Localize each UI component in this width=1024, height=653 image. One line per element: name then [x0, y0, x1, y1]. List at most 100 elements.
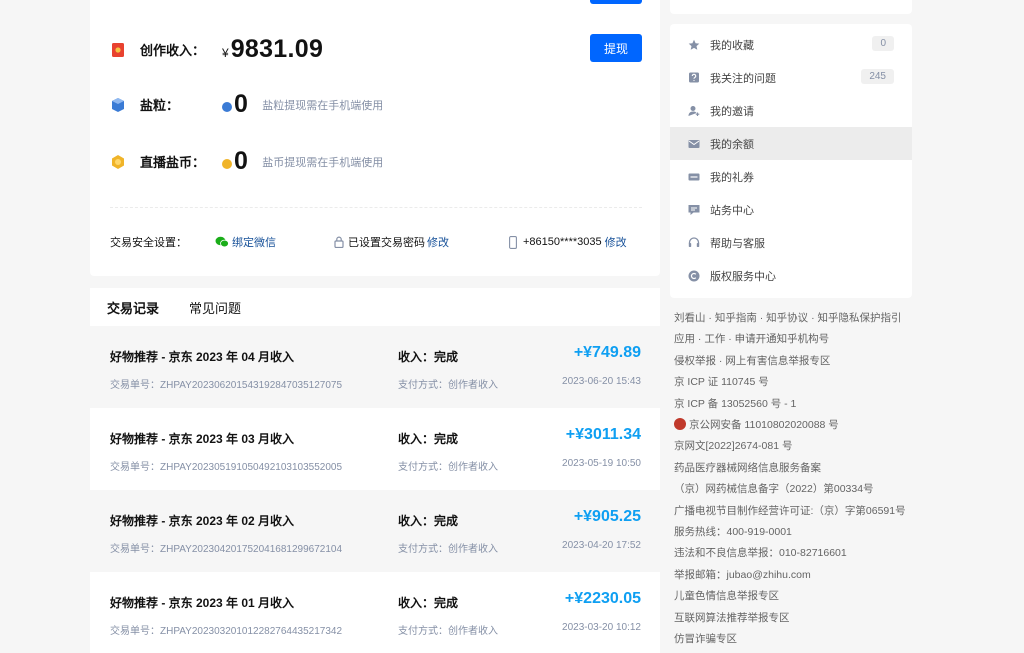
- phone-number: +86150****3035: [523, 236, 602, 248]
- count-badge: 0: [872, 36, 894, 51]
- police-badge-icon: [674, 418, 686, 431]
- count-badge: 245: [861, 69, 894, 84]
- salt-grain-mini-icon: [222, 102, 232, 112]
- tx-date: 2023-04-20 17:52: [562, 540, 641, 551]
- live-coin-note: 盐币提现需在手机端使用: [262, 156, 384, 169]
- footer-line[interactable]: 京公网安备 11010802020088 号: [689, 419, 839, 431]
- sidebar-item-balance[interactable]: 我的余额: [670, 127, 912, 160]
- footer-line[interactable]: 广播电视节目制作经营许可证:（京）字第06591号: [674, 501, 919, 522]
- live-coin-row: 直播盐币： 0 盐币提现需在手机端使用: [110, 147, 383, 176]
- sidebar-item-label: 我的余额: [710, 138, 754, 151]
- tx-status: 收入：完成: [398, 514, 459, 528]
- footer-line[interactable]: 京 ICP 备 13052560 号 - 1: [674, 394, 919, 415]
- tx-title: 好物推荐 - 京东 2023 年 04 月收入: [110, 350, 295, 364]
- sidebar-item-label: 站务中心: [710, 204, 754, 217]
- footer-line[interactable]: 应用 · 工作 · 申请开通知乎机构号: [674, 329, 919, 350]
- transactions-card: 交易记录 常见问题 好物推荐 - 京东 2023 年 04 月收入 交易单号：Z…: [90, 288, 660, 653]
- password-modify-link[interactable]: 修改: [427, 234, 449, 250]
- sidebar-item-favorites[interactable]: 我的收藏 0: [670, 28, 912, 61]
- tx-id: 交易单号：ZHPAY20230519105049210310355200​5: [110, 462, 343, 473]
- sidebar-item-label: 我的礼券: [710, 171, 754, 184]
- currency-symbol: ¥: [222, 46, 229, 60]
- table-row[interactable]: 好物推荐 - 京东 2023 年 03 月收入 交易单号：ZHPAY202305…: [90, 408, 660, 490]
- sidebar-item-invites[interactable]: 我的邀请: [670, 94, 912, 127]
- salt-grain-note: 盐粒提现需在手机端使用: [262, 99, 384, 112]
- tx-method: 支付方式：创作者收入: [398, 380, 498, 391]
- phone-item: +86150****3035 修改: [509, 234, 627, 250]
- sidebar-item-label: 我关注的问题: [710, 72, 776, 85]
- footer-line[interactable]: 举报邮箱：jubao@zhihu.com: [674, 565, 919, 586]
- tx-method: 支付方式：创作者收入: [398, 462, 498, 473]
- balance-icon: [688, 138, 700, 150]
- tx-method: 支付方式：创作者收入: [398, 626, 498, 637]
- footer-line[interactable]: 京 ICP 证 110745 号: [674, 372, 919, 393]
- footer-line[interactable]: 药品医疗器械网络信息服务备案: [674, 458, 919, 479]
- table-row[interactable]: 好物推荐 - 京东 2023 年 01 月收入 交易单号：ZHPAY202303…: [90, 572, 660, 653]
- tx-method: 支付方式：创作者收入: [398, 544, 498, 555]
- footer-line[interactable]: 侵权举报 · 网上有害信息举报专区: [674, 351, 919, 372]
- divider: [110, 207, 642, 208]
- creation-income-label: 创作收入：: [140, 43, 206, 58]
- footer-line[interactable]: 互联网算法推荐举报专区: [674, 608, 919, 629]
- footer-line[interactable]: 刘看山 · 知乎指南 · 知乎协议 · 知乎隐私保护指引: [674, 308, 919, 329]
- footer-line[interactable]: 服务热线：400-919-0001: [674, 522, 919, 543]
- tab-transactions[interactable]: 交易记录: [107, 298, 160, 329]
- sidebar-item-site-center[interactable]: 站务中心: [670, 193, 912, 226]
- sidebar-item-coupons[interactable]: 我的礼券: [670, 160, 912, 193]
- sidebar-item-followed-questions[interactable]: 我关注的问题 245: [670, 61, 912, 94]
- footer-line[interactable]: 京网文[2022]2674-081 号: [674, 436, 919, 457]
- tx-date: 2023-05-19 10:50: [562, 458, 641, 469]
- sidebar-item-label: 版权服务中心: [710, 270, 776, 283]
- footer-police-line[interactable]: 京公网安备 11010802020088 号: [674, 415, 919, 436]
- security-settings-row: 交易安全设置： 绑定微信 已设置交易密码 修改 +86150****3035 修…: [110, 234, 642, 250]
- tab-faq[interactable]: 常见问题: [189, 298, 241, 329]
- star-icon: [688, 39, 700, 51]
- copyright-icon: [688, 270, 700, 282]
- wallet-card: 创作收入： ¥ 9831.09 提现 盐粒： 0 盐粒提现需在手机端使用 直播盐…: [90, 0, 660, 276]
- tx-title: 好物推荐 - 京东 2023 年 01 月收入: [110, 596, 295, 610]
- table-row[interactable]: 好物推荐 - 京东 2023 年 02 月收入 交易单号：ZHPAY202304…: [90, 490, 660, 572]
- tabs: 交易记录 常见问题: [107, 298, 271, 329]
- headset-icon: [688, 236, 700, 249]
- security-label: 交易安全设置：: [110, 237, 187, 249]
- trade-password-item: 已设置交易密码 修改: [334, 234, 449, 250]
- tx-amount: +¥3011.34: [565, 426, 641, 443]
- tx-status: 收入：完成: [398, 350, 459, 364]
- phone-modify-link[interactable]: 修改: [605, 234, 627, 250]
- bind-wechat-link[interactable]: 绑定微信: [215, 234, 276, 250]
- tx-id: 交易单号：ZHPAY20230620154319284703512707​5: [110, 380, 343, 391]
- sidebar-item-help[interactable]: 帮助与客服: [670, 226, 912, 259]
- salt-grain-label: 盐粒：: [140, 98, 180, 113]
- sidebar-item-copyright[interactable]: 版权服务中心: [670, 259, 912, 292]
- lock-icon: [334, 236, 344, 248]
- footer-line[interactable]: 仿冒诈骗专区: [674, 629, 919, 650]
- footer-line[interactable]: （京）网药械信息备字（2022）第00334号: [674, 479, 919, 500]
- bind-wechat-label[interactable]: 绑定微信: [232, 234, 276, 250]
- tx-status: 收入：完成: [398, 432, 459, 446]
- tx-date: 2023-06-20 15:43: [562, 376, 641, 387]
- top-button-stub[interactable]: [590, 0, 642, 4]
- creation-income-amount: 9831.09: [230, 35, 324, 63]
- phone-icon: [509, 235, 517, 249]
- salt-grain-amount: 0: [234, 90, 249, 118]
- live-coin-icon: [110, 154, 126, 170]
- table-row[interactable]: 好物推荐 - 京东 2023 年 04 月收入 交易单号：ZHPAY202306…: [90, 326, 660, 408]
- tx-date: 2023-03-20 10:12: [562, 622, 641, 633]
- withdraw-button[interactable]: 提现: [590, 34, 642, 62]
- coupon-icon: [688, 171, 700, 183]
- wechat-icon: [215, 236, 229, 248]
- footer-line[interactable]: 违法和不良信息举报：010-82716601: [674, 543, 919, 564]
- question-icon: [688, 72, 700, 84]
- live-coin-amount: 0: [234, 147, 249, 175]
- transaction-list: 好物推荐 - 京东 2023 年 04 月收入 交易单号：ZHPAY202306…: [90, 326, 660, 653]
- salt-grain-icon: [110, 97, 126, 113]
- tx-id: 交易单号：ZHPAY20230420175204168129967210​4: [110, 544, 343, 555]
- footer-line[interactable]: 儿童色情信息举报专区: [674, 586, 919, 607]
- sidebar-footer: 刘看山 · 知乎指南 · 知乎协议 · 知乎隐私保护指引 应用 · 工作 · 申…: [674, 308, 919, 651]
- sidebar-menu: 我的收藏 0 我关注的问题 245 我的邀请 我的余额 我的礼券 站务中心 帮助…: [670, 24, 912, 298]
- creation-income-row: 创作收入： ¥ 9831.09: [110, 35, 323, 64]
- tx-amount: +¥905.25: [573, 508, 641, 525]
- tx-title: 好物推荐 - 京东 2023 年 02 月收入: [110, 514, 295, 528]
- live-coin-label: 直播盐币：: [140, 155, 206, 170]
- tx-id: 交易单号：ZHPAY20230320101228276443521734​2: [110, 626, 343, 637]
